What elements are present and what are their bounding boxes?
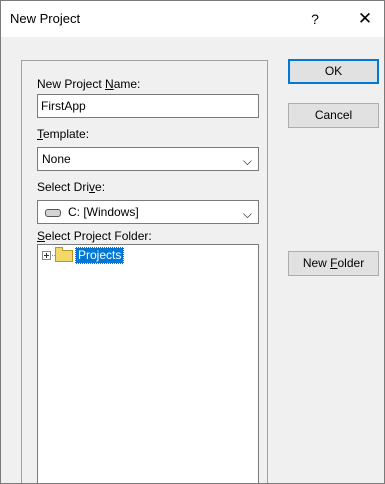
drive-select[interactable]: C: [Windows] ⌵: [37, 200, 259, 224]
template-label: Template:: [37, 127, 90, 141]
title-bar: New Project ? ✕: [1, 1, 384, 37]
drive-label: Select Drive:: [37, 180, 106, 194]
folder-icon: [55, 247, 73, 262]
tree-item-projects[interactable]: Projects: [38, 245, 258, 267]
help-icon[interactable]: ?: [301, 7, 329, 31]
project-name-label: New Project Name:: [37, 77, 141, 91]
cancel-button[interactable]: Cancel: [288, 103, 379, 128]
tree-item-label[interactable]: Projects: [75, 247, 125, 264]
close-icon[interactable]: ✕: [351, 7, 379, 31]
ok-button[interactable]: OK: [288, 59, 379, 84]
chevron-down-icon: ⌵: [242, 154, 252, 168]
template-select[interactable]: None ⌵: [37, 147, 259, 171]
chevron-down-icon: ⌵: [242, 207, 252, 221]
project-form-panel: New Project Name: FirstApp Template: Non…: [21, 60, 268, 483]
project-name-input[interactable]: FirstApp: [37, 94, 259, 118]
window-title: New Project: [10, 11, 81, 26]
new-project-dialog: New Project ? ✕ New Project Name: FirstA…: [0, 0, 385, 484]
new-folder-button[interactable]: New Folder: [288, 251, 379, 276]
drive-icon: [45, 209, 61, 217]
project-folder-tree[interactable]: Projects: [37, 244, 259, 483]
drive-selected-value: C: [Windows]: [68, 205, 139, 219]
template-selected-value: None: [42, 152, 71, 166]
folder-label: Select Project Folder:: [37, 229, 152, 243]
